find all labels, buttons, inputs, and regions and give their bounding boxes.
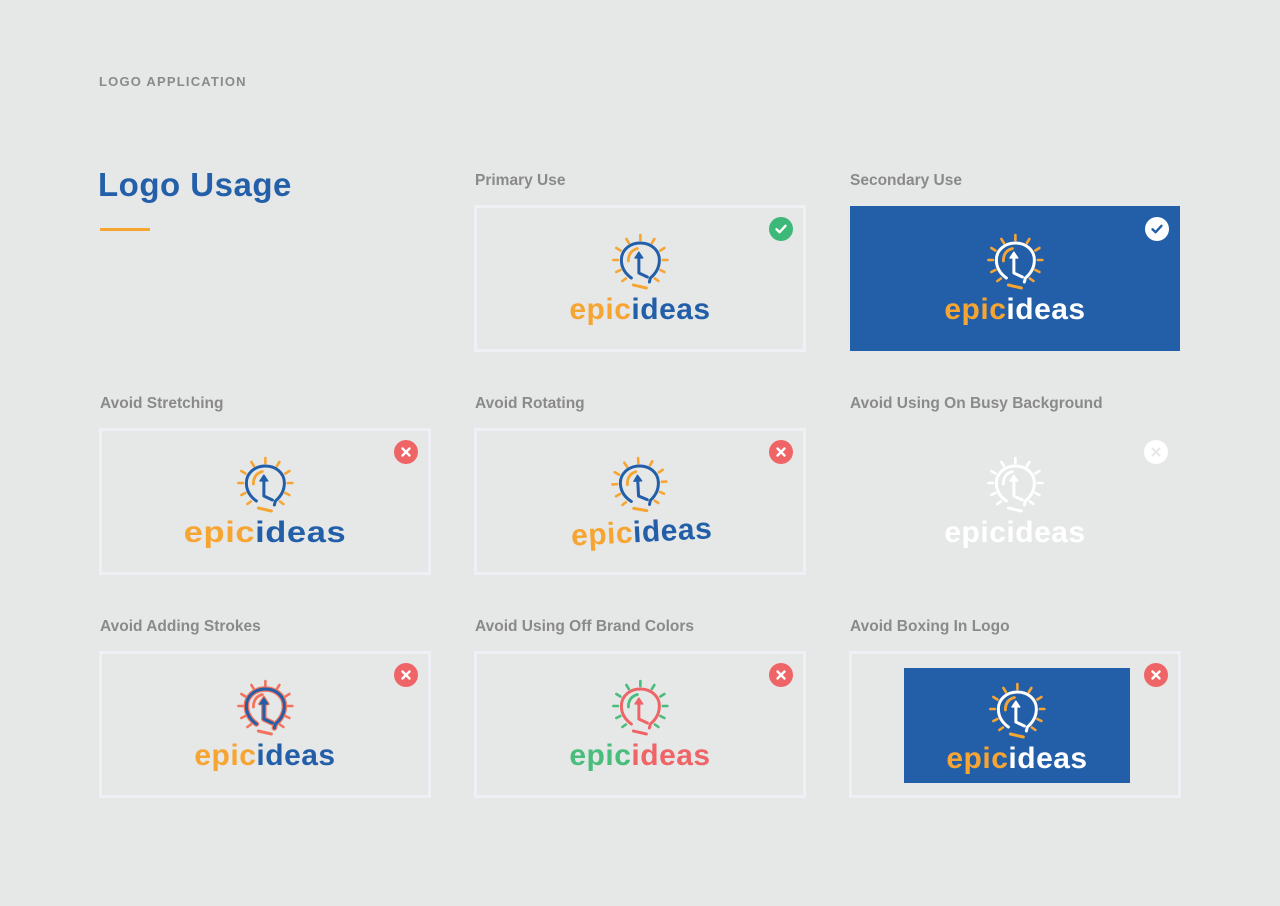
wordmark-epic: epic <box>194 738 257 772</box>
x-icon <box>769 440 793 464</box>
lightbulb-icon <box>988 682 1046 739</box>
wordmark-epic: epic <box>946 741 1009 775</box>
x-icon <box>1144 663 1168 687</box>
tile-label-avoid-busy-background: Avoid Using On Busy Background <box>850 395 1103 412</box>
wordmark-ideas: ideas <box>255 515 347 549</box>
check-icon <box>769 217 793 241</box>
lightbulb-icon <box>236 679 294 735</box>
tile-avoid-stretching: epicideas <box>99 428 431 575</box>
tile-label-avoid-boxing-in-logo: Avoid Boxing In Logo <box>850 618 1010 635</box>
lightbulb-icon <box>611 679 669 735</box>
tile-avoid-rotating: epicideas <box>474 428 806 575</box>
logo-wordmark: epicideas <box>569 739 710 773</box>
tile-avoid-boxing-in-logo: epicideas <box>849 651 1181 798</box>
wordmark-epic: epic <box>183 515 256 549</box>
wordmark-ideas: ideas <box>631 292 711 326</box>
x-icon <box>394 663 418 687</box>
logo: epicideas <box>184 454 346 550</box>
logo-wordmark: epicideas <box>184 516 346 550</box>
logo-wordmark: epicideas <box>570 512 713 553</box>
logo: epicideas <box>944 454 1085 550</box>
logo: epicideas <box>569 677 710 773</box>
wordmark-ideas: ideas <box>631 738 711 772</box>
wordmark-ideas: ideas <box>256 738 336 772</box>
tile-label-avoid-rotating: Avoid Rotating <box>475 395 585 412</box>
lightbulb-icon <box>611 233 669 289</box>
logo-wordmark: epicideas <box>944 293 1085 327</box>
wordmark-epic: epic <box>569 738 632 772</box>
x-icon <box>394 440 418 464</box>
tile-avoid-off-brand-colors: epicideas <box>474 651 806 798</box>
lightbulb-icon <box>610 456 668 512</box>
logo-wordmark: epicideas <box>946 742 1087 776</box>
wordmark-ideas: ideas <box>1006 292 1086 326</box>
tile-avoid-busy-background: epicideas <box>849 428 1181 575</box>
section-label: LOGO APPLICATION <box>99 74 247 89</box>
lightbulb-icon <box>986 233 1044 289</box>
tile-label-avoid-stretching: Avoid Stretching <box>100 395 224 412</box>
logo: epicideas <box>567 450 713 553</box>
logo: epicideas <box>569 231 710 327</box>
logo-wordmark: epicideas <box>194 739 335 773</box>
x-icon <box>1144 440 1168 464</box>
tile-label-avoid-off-brand-colors: Avoid Using Off Brand Colors <box>475 618 695 635</box>
logo: epicideas <box>944 231 1085 327</box>
wordmark-epic: epic <box>944 515 1007 549</box>
wordmark-epic: epic <box>570 515 634 553</box>
tile-label-avoid-adding-strokes: Avoid Adding Strokes <box>100 618 261 635</box>
tile-secondary-use: epicideas <box>850 206 1180 351</box>
wordmark-epic: epic <box>944 292 1007 326</box>
logo: epicideas <box>194 677 335 773</box>
tile-label-primary-use: Primary Use <box>475 172 566 189</box>
check-icon <box>1145 217 1169 241</box>
wordmark-epic: epic <box>569 292 632 326</box>
logo-box: epicideas <box>904 668 1130 783</box>
tile-primary-use: epicideas <box>474 205 806 352</box>
tile-avoid-adding-strokes: epicideas <box>99 651 431 798</box>
lightbulb-icon <box>236 456 294 512</box>
logo-wordmark: epicideas <box>569 293 710 327</box>
title-underline <box>100 228 150 231</box>
wordmark-ideas: ideas <box>1006 515 1086 549</box>
page-title: Logo Usage <box>98 166 292 203</box>
logo-wordmark: epicideas <box>944 516 1085 550</box>
wordmark-ideas: ideas <box>632 511 713 549</box>
lightbulb-icon <box>986 456 1044 512</box>
wordmark-ideas: ideas <box>1008 741 1088 775</box>
tile-label-secondary-use: Secondary Use <box>850 172 962 189</box>
logo: epicideas <box>946 680 1087 776</box>
x-icon <box>769 663 793 687</box>
